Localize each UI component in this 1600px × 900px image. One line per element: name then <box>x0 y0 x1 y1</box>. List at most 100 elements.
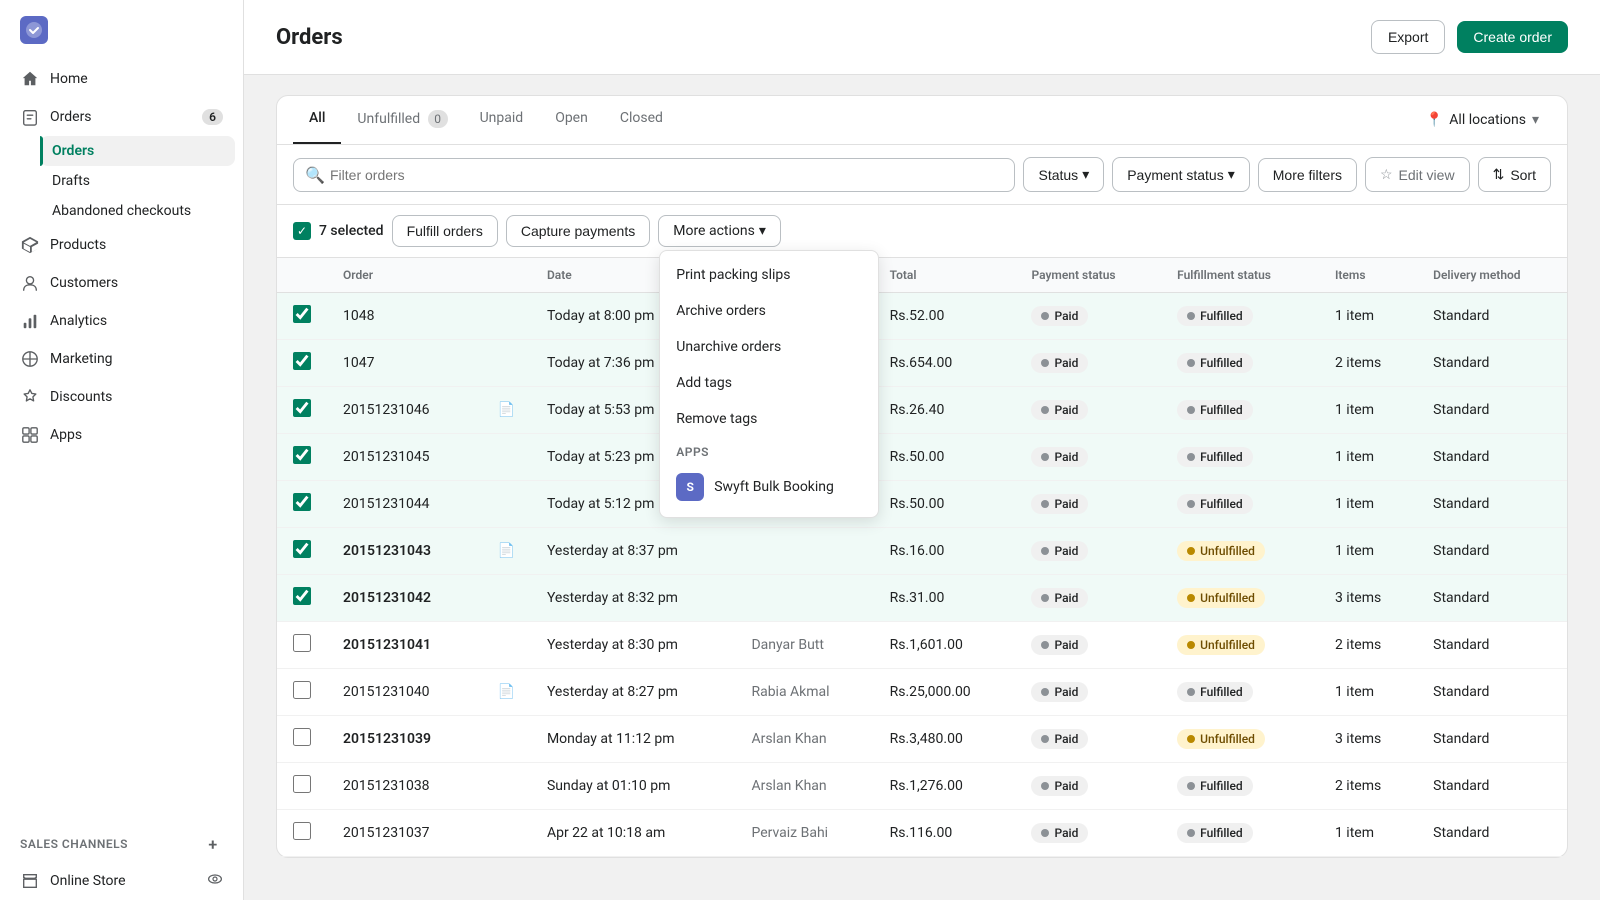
tabs-bar: All Unfulfilled 0 Unpaid Open Closed <box>277 96 1567 145</box>
fulfillment-status-badge: Unfulfilled <box>1177 729 1265 749</box>
row-checkbox[interactable] <box>293 728 311 746</box>
row-checkbox[interactable] <box>293 399 311 417</box>
row-checkbox[interactable] <box>293 822 311 840</box>
dropdown-item-unarchive[interactable]: Unarchive orders <box>660 329 878 365</box>
row-checkbox[interactable] <box>293 681 311 699</box>
payment-status-filter-button[interactable]: Payment status ▾ <box>1112 157 1250 192</box>
select-all-checkbox[interactable]: ✓ <box>293 222 311 240</box>
payment-dot <box>1041 735 1049 743</box>
payment-dot <box>1041 500 1049 508</box>
row-doc-icon: 📄 <box>478 387 531 434</box>
row-checkbox[interactable] <box>293 587 311 605</box>
orders-sub-nav: Orders Drafts Abandoned checkouts <box>8 136 235 226</box>
sort-button[interactable]: ⇅ Sort <box>1478 157 1551 192</box>
dropdown-item-remove-tags[interactable]: Remove tags <box>660 401 878 437</box>
row-delivery: Standard <box>1417 528 1567 575</box>
row-checkbox[interactable] <box>293 493 311 511</box>
row-fulfillment-status: Fulfilled <box>1161 434 1319 481</box>
sub-nav-drafts[interactable]: Drafts <box>40 166 235 196</box>
row-checkbox[interactable] <box>293 540 311 558</box>
row-total: Rs.25,000.00 <box>874 669 1016 716</box>
row-order-id[interactable]: 1048 <box>327 293 478 340</box>
location-filter-label: All locations <box>1449 112 1526 128</box>
row-payment-status: Paid <box>1015 340 1161 387</box>
row-checkbox[interactable] <box>293 352 311 370</box>
dropdown-item-print[interactable]: Print packing slips <box>660 257 878 293</box>
row-items: 1 item <box>1319 434 1417 481</box>
sidebar-item-apps[interactable]: Apps <box>8 416 235 454</box>
dropdown-item-archive[interactable]: Archive orders <box>660 293 878 329</box>
create-order-button[interactable]: Create order <box>1457 21 1568 53</box>
location-filter[interactable]: 📍 All locations ▾ <box>1414 104 1551 136</box>
capture-payments-button[interactable]: Capture payments <box>506 215 650 247</box>
more-filters-button[interactable]: More filters <box>1258 158 1357 192</box>
status-filter-button[interactable]: Status ▾ <box>1023 157 1104 192</box>
tab-open[interactable]: Open <box>539 96 604 144</box>
fulfillment-dot <box>1187 406 1195 414</box>
sidebar-item-online-store[interactable]: Online Store <box>0 862 243 900</box>
table-row: 20151231046 📄 Today at 5:53 pm Rs.26.40 … <box>277 387 1567 434</box>
edit-view-button[interactable]: ☆ Edit view <box>1365 157 1470 192</box>
export-button[interactable]: Export <box>1371 20 1445 54</box>
orders-table: Order Date Customer Total Payment status… <box>277 258 1567 857</box>
row-order-id[interactable]: 20151231044 <box>327 481 478 528</box>
table-row: 20151231043 📄 Yesterday at 8:37 pm Rs.16… <box>277 528 1567 575</box>
tab-unpaid[interactable]: Unpaid <box>464 96 540 144</box>
apps-icon <box>20 425 40 445</box>
row-order-id[interactable]: 20151231040 <box>327 669 478 716</box>
row-checkbox[interactable] <box>293 634 311 652</box>
payment-status-badge: Paid <box>1031 588 1088 608</box>
payment-dot <box>1041 641 1049 649</box>
row-customer: Arslan Khan <box>735 763 873 810</box>
row-order-id[interactable]: 20151231037 <box>327 810 478 857</box>
row-total: Rs.50.00 <box>874 481 1016 528</box>
tabs-list: All Unfulfilled 0 Unpaid Open Closed <box>293 96 679 144</box>
row-total: Rs.26.40 <box>874 387 1016 434</box>
sidebar-item-discounts[interactable]: Discounts <box>8 378 235 416</box>
payment-dot <box>1041 359 1049 367</box>
fulfillment-dot <box>1187 594 1195 602</box>
tab-closed[interactable]: Closed <box>604 96 679 144</box>
tab-all[interactable]: All <box>293 96 341 144</box>
sub-nav-abandoned[interactable]: Abandoned checkouts <box>40 196 235 226</box>
dropdown-item-add-tags[interactable]: Add tags <box>660 365 878 401</box>
row-date: Apr 22 at 10:18 am <box>531 810 736 857</box>
row-order-id[interactable]: 20151231046 <box>327 387 478 434</box>
add-channel-button[interactable]: + <box>203 834 223 854</box>
sidebar-item-marketing[interactable]: Marketing <box>8 340 235 378</box>
payment-status-badge: Paid <box>1031 635 1088 655</box>
row-order-id[interactable]: 20151231042 <box>327 575 478 622</box>
sidebar-item-orders[interactable]: Orders 6 <box>8 98 235 136</box>
row-total: Rs.1,276.00 <box>874 763 1016 810</box>
eye-icon[interactable] <box>207 871 223 891</box>
row-order-id[interactable]: 20151231041 <box>327 622 478 669</box>
row-order-id[interactable]: 20151231045 <box>327 434 478 481</box>
row-order-id[interactable]: 20151231043 <box>327 528 478 575</box>
sidebar-item-analytics[interactable]: Analytics <box>8 302 235 340</box>
sidebar-item-home[interactable]: Home <box>8 60 235 98</box>
row-checkbox[interactable] <box>293 775 311 793</box>
row-payment-status: Paid <box>1015 669 1161 716</box>
sidebar-item-customers[interactable]: Customers <box>8 264 235 302</box>
search-input[interactable] <box>293 158 1015 192</box>
row-order-id[interactable]: 1047 <box>327 340 478 387</box>
unfulfilled-badge: 0 <box>428 110 448 128</box>
tab-unfulfilled[interactable]: Unfulfilled 0 <box>341 96 463 144</box>
row-checkbox[interactable] <box>293 446 311 464</box>
row-checkbox[interactable] <box>293 305 311 323</box>
row-order-id[interactable]: 20151231039 <box>327 716 478 763</box>
search-icon: 🔍 <box>305 165 325 184</box>
fulfillment-dot <box>1187 500 1195 508</box>
store-icon <box>20 871 40 891</box>
more-actions-button[interactable]: More actions ▾ Print packing slips Archi… <box>658 215 781 247</box>
table-header-row: Order Date Customer Total Payment status… <box>277 258 1567 293</box>
table-row: 20151231039 Monday at 11:12 pm Arslan Kh… <box>277 716 1567 763</box>
sub-nav-orders[interactable]: Orders <box>40 136 235 166</box>
fulfill-orders-button[interactable]: Fulfill orders <box>392 215 498 247</box>
payment-dot <box>1041 453 1049 461</box>
sidebar-item-products[interactable]: Products <box>8 226 235 264</box>
row-order-id[interactable]: 20151231038 <box>327 763 478 810</box>
row-delivery: Standard <box>1417 716 1567 763</box>
dropdown-item-swyft[interactable]: S Swyft Bulk Booking <box>660 463 878 511</box>
sidebar-item-discounts-label: Discounts <box>50 389 112 405</box>
